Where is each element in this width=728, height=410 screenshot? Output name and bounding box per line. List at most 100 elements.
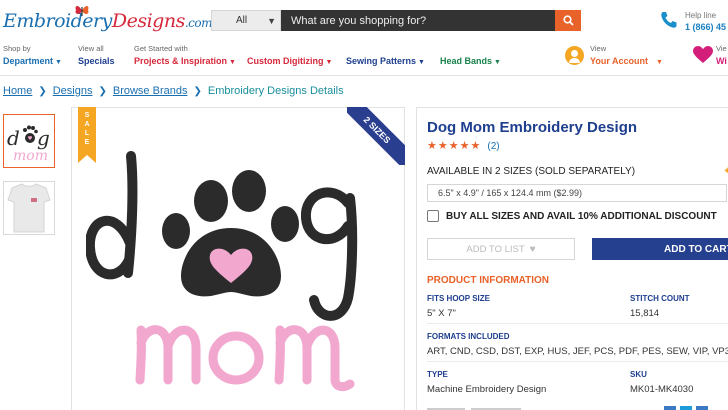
fits-hoop-label: FITS HOOP SIZE [427,294,490,303]
dog-mom-embroidery-image [86,151,358,392]
svg-text:g: g [37,126,50,150]
chevron-down-icon: ▼ [267,16,276,26]
search-category-select[interactable]: All ▼ [211,10,281,31]
share-icon[interactable] [696,406,708,410]
formats-label: FORMATS INCLUDED [427,332,510,341]
phone-icon [661,12,677,28]
chevron-right-icon: ❯ [98,85,107,97]
nav-divider [0,75,728,76]
help-line[interactable]: Help line 1 (866) 45 [659,9,728,35]
size-select-value: 6.5" x 4.9" / 165 x 124.4 mm ($2.99) [438,188,582,198]
search-category-value: All [236,15,248,26]
nav-small-label: View [590,44,607,53]
nav-projects-inspiration[interactable]: Get Started with Projects & Inspiration ▼ [134,44,236,70]
search-placeholder: What are you shopping for? [291,14,427,27]
breadcrumb-home[interactable]: Home [3,85,32,97]
breadcrumb: Home ❯ Designs ❯ Browse Brands ❯ Embroid… [3,85,344,97]
nav-label: Wi [716,56,727,66]
butterfly-icon [75,6,89,16]
star-icon: ★ [448,140,459,152]
chevron-right-icon: ❯ [38,85,47,97]
logo-text-designs: Designs [111,10,185,32]
cut-off-row [427,406,728,410]
nav-specials[interactable]: View all Specials [78,44,115,70]
help-line-number: 1 (866) 45 [685,22,727,32]
product-title: Dog Mom Embroidery Design [427,119,638,136]
logo-text-embroidery: Embroidery [3,10,112,32]
nav-label: Custom Digitizing [247,56,324,66]
nav-your-account[interactable]: View Your Account ▼ [590,44,663,70]
nav-small-label: Get Started with [134,44,188,53]
nav-small-label [346,44,425,53]
caret-down-icon: ▼ [55,59,62,66]
product-details-panel: Dog Mom Embroidery Design ★ ★ ★ ★ ★ (2) … [416,107,728,410]
type-label: TYPE [427,370,448,379]
search-input[interactable]: What are you shopping for? [281,10,555,31]
thumbnail-design[interactable]: d g mom [3,114,55,168]
breadcrumb-current: Embroidery Designs Details [207,85,344,97]
search-button[interactable] [555,10,581,31]
review-count[interactable]: (2) [487,141,499,152]
thumbnail-shirt[interactable] [3,181,55,235]
fits-hoop-value: 5" X 7" [427,308,456,319]
size-select[interactable]: 6.5" x 4.9" / 165 x 124.4 mm ($2.99) [427,184,727,202]
nav-label: Department [3,56,54,66]
star-icon: ★ [470,140,481,152]
stitch-count-value: 15,814 [630,308,660,319]
heart-icon: ♥ [529,243,536,255]
site-logo[interactable]: EmbroideryDesigns.com [3,4,212,36]
add-to-list-label: ADD TO LIST [466,243,525,255]
star-icon: ★ [427,140,437,152]
breadcrumb-browse-brands[interactable]: Browse Brands [113,85,188,97]
breadcrumb-designs[interactable]: Designs [53,85,93,97]
caret-down-icon: ▼ [656,59,663,66]
nav-sewing-patterns[interactable]: Sewing Patterns ▼ [346,44,425,70]
add-to-list-button[interactable]: ADD TO LIST ♥ [427,238,575,260]
nav-shop-by-department[interactable]: Shop by Department ▼ [3,44,62,70]
product-image-panel[interactable]: SALE 2 SIZES [71,107,405,410]
nav-label: Specials [78,56,115,66]
search-icon [562,15,574,26]
nav-small-label: View all [78,44,104,53]
svg-text:d: d [7,126,20,150]
dog-mom-thumbnail-image: d g mom [7,125,50,164]
nav-label: Sewing Patterns [346,56,417,66]
divider [427,323,728,324]
nav-small-label: Shop by [3,44,31,53]
nav-label: Head Bands [440,56,493,66]
nav-wishlist[interactable]: Vie Wi [716,44,727,70]
stitch-count-label: STITCH COUNT [630,294,690,303]
caret-down-icon: ▼ [494,59,501,66]
formats-value: ART, CND, CSD, DST, EXP, HUS, JEF, PCS, … [427,346,728,357]
bundle-label: BUY ALL SIZES AND AVAIL 10% ADDITIONAL D… [446,210,717,222]
chevron-right-icon: ❯ [193,85,202,97]
product-info-heading: PRODUCT INFORMATION [427,275,550,286]
share-icon[interactable] [664,406,676,410]
share-icon[interactable] [680,406,692,410]
svg-text:mom: mom [13,148,48,164]
star-icon: ★ [459,140,470,152]
bundle-discount-option[interactable]: BUY ALL SIZES AND AVAIL 10% ADDITIONAL D… [427,210,717,222]
logo-wordmark: EmbroideryDesigns.com [3,10,212,32]
add-to-cart-label: ADD TO CART [664,243,728,255]
bundle-checkbox[interactable] [427,210,439,222]
nav-custom-digitizing[interactable]: Custom Digitizing ▼ [247,44,332,70]
nav-label: Your Account [590,56,648,66]
add-to-cart-button[interactable]: ADD TO CART [592,238,728,260]
nav-small-label: Vie [716,44,727,53]
caret-down-icon: ▼ [229,59,236,66]
shirt-thumbnail-image [7,183,51,233]
help-line-label: Help line [685,11,717,20]
divider [427,361,728,362]
wishlist-heart-icon[interactable] [693,46,713,64]
caret-down-icon: ▼ [325,59,333,66]
rating[interactable]: ★ ★ ★ ★ ★ (2) [427,140,500,153]
type-value: Machine Embroidery Design [427,384,547,395]
account-icon[interactable] [565,46,584,65]
sale-badge-label: SALE [84,112,90,146]
star-icon: ★ [437,140,448,152]
logo-tld: .com [184,16,213,30]
nav-head-bands[interactable]: Head Bands ▼ [440,44,501,70]
nav-small-label [440,44,501,53]
nav-small-label [247,44,332,53]
